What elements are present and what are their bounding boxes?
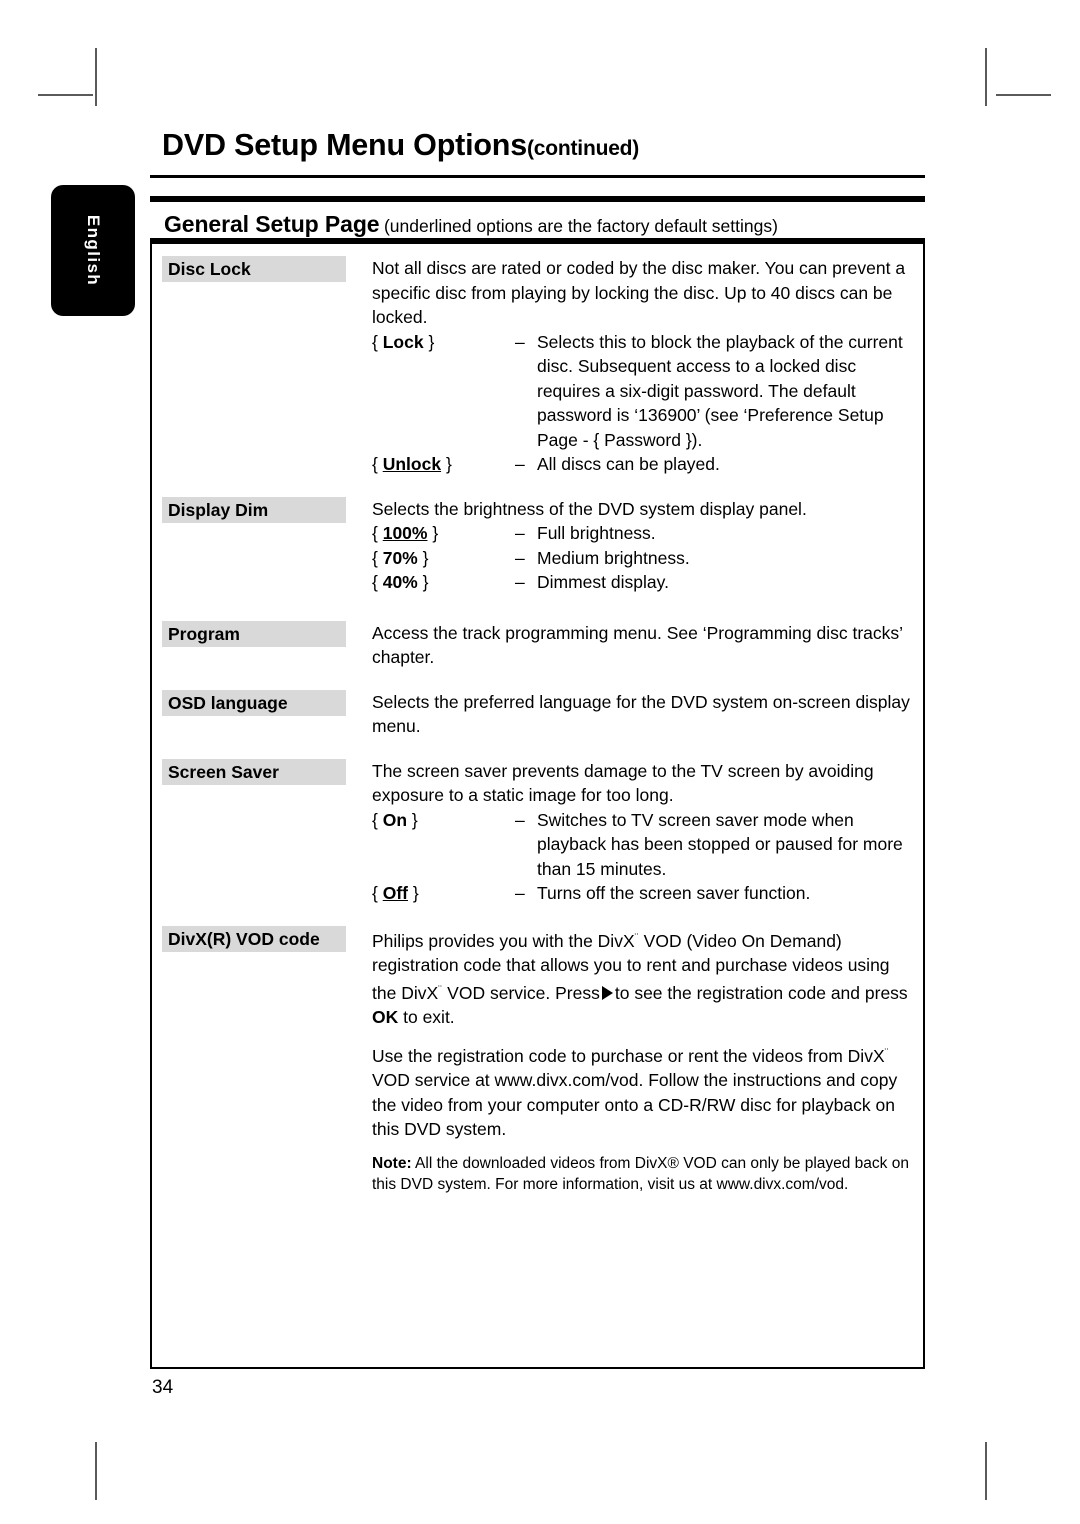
option-key-label: 100% (382, 523, 428, 543)
option-dash: – (515, 547, 525, 568)
title-underline-rule (150, 175, 925, 178)
option-key-label: 70% (382, 547, 418, 568)
option-dash: – (515, 809, 525, 830)
row-label-screen-saver: Screen Saver (162, 758, 346, 785)
row-label-osd-language: OSD language (162, 689, 346, 716)
note-text: All the downloaded videos from DivX® VOD… (372, 1154, 909, 1194)
section-banner-title: General Setup Page (164, 211, 380, 237)
row-spacer (150, 670, 925, 690)
option-description: All discs can be played. (537, 454, 720, 474)
option-key-label: Unlock (382, 454, 442, 474)
row-intro-text: Access the track programming menu. See ‘… (372, 622, 903, 668)
settings-rows: Disc Lock Not all discs are rated or cod… (150, 256, 925, 1196)
row-label-display-dim: Display Dim (162, 496, 346, 523)
option-key-lock: { Lock } (372, 331, 435, 352)
row-spacer (150, 906, 925, 926)
option-70-percent: { 70% } – Medium brightness. (372, 546, 913, 571)
row-body-divx-vod-code: Philips provides you with the DivX ¨ VOD … (372, 926, 925, 1196)
option-description: Selects this to block the playback of th… (537, 331, 903, 450)
option-dash: – (515, 523, 525, 543)
table-row: Program Access the track programming men… (150, 620, 925, 670)
ok-button-label: OK (372, 1007, 399, 1027)
section-banner-subtitle: (underlined options are the factory defa… (383, 216, 778, 236)
row-intro-text: Selects the brightness of the DVD system… (372, 498, 807, 519)
crop-mark-bottom-left-vertical (95, 1442, 97, 1500)
table-row: OSD language Selects the preferred langu… (150, 689, 925, 739)
divx-text-d: to see the registration code and press (614, 982, 908, 1003)
row-body-program: Access the track programming menu. See ‘… (372, 621, 925, 670)
note-label: Note: (372, 1154, 412, 1172)
row-spacer (150, 595, 925, 621)
page-number: 34 (152, 1377, 174, 1398)
table-row: Display Dim Selects the brightness of th… (150, 496, 925, 595)
divx-text-2a: Use the registration code to purchase or… (372, 1045, 885, 1066)
divx-text-c: VOD service. Press (442, 982, 600, 1003)
option-key-off: { Off } (372, 883, 419, 903)
option-key-on: { On } (372, 809, 418, 830)
option-dash: – (515, 331, 525, 352)
divx-text-2b: VOD service at www.divx.com/vod. Follow … (372, 1070, 898, 1139)
option-100-percent: { 100% } – Full brightness. (372, 521, 913, 546)
table-row: Disc Lock Not all discs are rated or cod… (150, 256, 925, 477)
crop-mark-top-right-vertical (985, 48, 987, 106)
row-spacer (150, 477, 925, 497)
language-tab-label: English (84, 214, 103, 287)
option-dash: – (515, 454, 525, 474)
row-body-disc-lock: Not all discs are rated or coded by the … (372, 256, 925, 477)
option-on: { On } – Switches to TV screen saver mod… (372, 808, 913, 882)
crop-mark-top-left-vertical (95, 48, 97, 106)
crop-mark-top-right-horizontal (996, 94, 1051, 96)
option-description: Dimmest display. (537, 572, 669, 592)
divx-paragraph-2: Use the registration code to purchase or… (372, 1041, 913, 1142)
row-intro-text: Not all discs are rated or coded by the … (372, 258, 906, 327)
option-description: Switches to TV screen saver mode when pl… (537, 809, 903, 879)
option-40-percent: { 40% } – Dimmest display. (372, 570, 913, 595)
option-key-unlock: { Unlock } (372, 454, 452, 474)
option-description: Turns off the screen saver function. (537, 883, 811, 903)
option-dash: – (515, 572, 525, 592)
crop-mark-top-left-horizontal (38, 94, 93, 96)
divx-text-a: Philips provides you with the DivX (372, 930, 635, 951)
section-banner-text: General Setup Page (underlined options a… (164, 211, 778, 238)
option-dash: – (515, 883, 525, 903)
divx-note: Note: All the downloaded videos from Div… (372, 1153, 913, 1196)
row-body-screen-saver: The screen saver prevents damage to the … (372, 759, 925, 906)
row-body-display-dim: Selects the brightness of the DVD system… (372, 497, 925, 595)
option-key-label: On (382, 809, 408, 830)
play-right-triangle-icon (601, 985, 613, 1000)
divx-text-e: to exit. (398, 1007, 455, 1027)
row-label-program: Program (162, 620, 346, 647)
row-label-divx-vod-code: DivX(R) VOD code (162, 925, 346, 952)
section-banner: General Setup Page (underlined options a… (150, 196, 925, 244)
option-key-label: Lock (382, 331, 424, 352)
divx-trademark-mark: ¨ (884, 1046, 889, 1059)
option-key-70: { 70% } (372, 547, 429, 568)
language-tab: English (51, 185, 135, 316)
option-key-40: { 40% } (372, 572, 429, 592)
divx-paragraph-1: Philips provides you with the DivX¨ VOD … (372, 926, 913, 1030)
page-title: DVD Setup Menu Options(continued) (162, 128, 639, 163)
table-row: DivX(R) VOD code Philips provides you wi… (150, 925, 925, 1196)
option-description: Medium brightness. (537, 547, 690, 568)
option-unlock: { Unlock } – All discs can be played. (372, 452, 913, 477)
option-key-label: Off (382, 883, 408, 903)
option-key-label: 40% (382, 572, 418, 592)
table-row: Screen Saver The screen saver prevents d… (150, 758, 925, 906)
row-spacer (150, 739, 925, 759)
row-intro-text: The screen saver prevents damage to the … (372, 760, 874, 806)
page-title-continued: (continued) (526, 137, 640, 160)
option-off: { Off } – Turns off the screen saver fun… (372, 881, 913, 906)
option-lock: { Lock } – Selects this to block the pla… (372, 330, 913, 453)
row-intro-text: Selects the preferred language for the D… (372, 691, 910, 737)
option-key-100: { 100% } (372, 523, 439, 543)
option-description: Full brightness. (537, 523, 656, 543)
row-body-osd-language: Selects the preferred language for the D… (372, 690, 925, 739)
crop-mark-bottom-right-vertical (985, 1442, 987, 1500)
row-label-disc-lock: Disc Lock (162, 256, 346, 282)
page-title-main: DVD Setup Menu Options (162, 128, 527, 162)
